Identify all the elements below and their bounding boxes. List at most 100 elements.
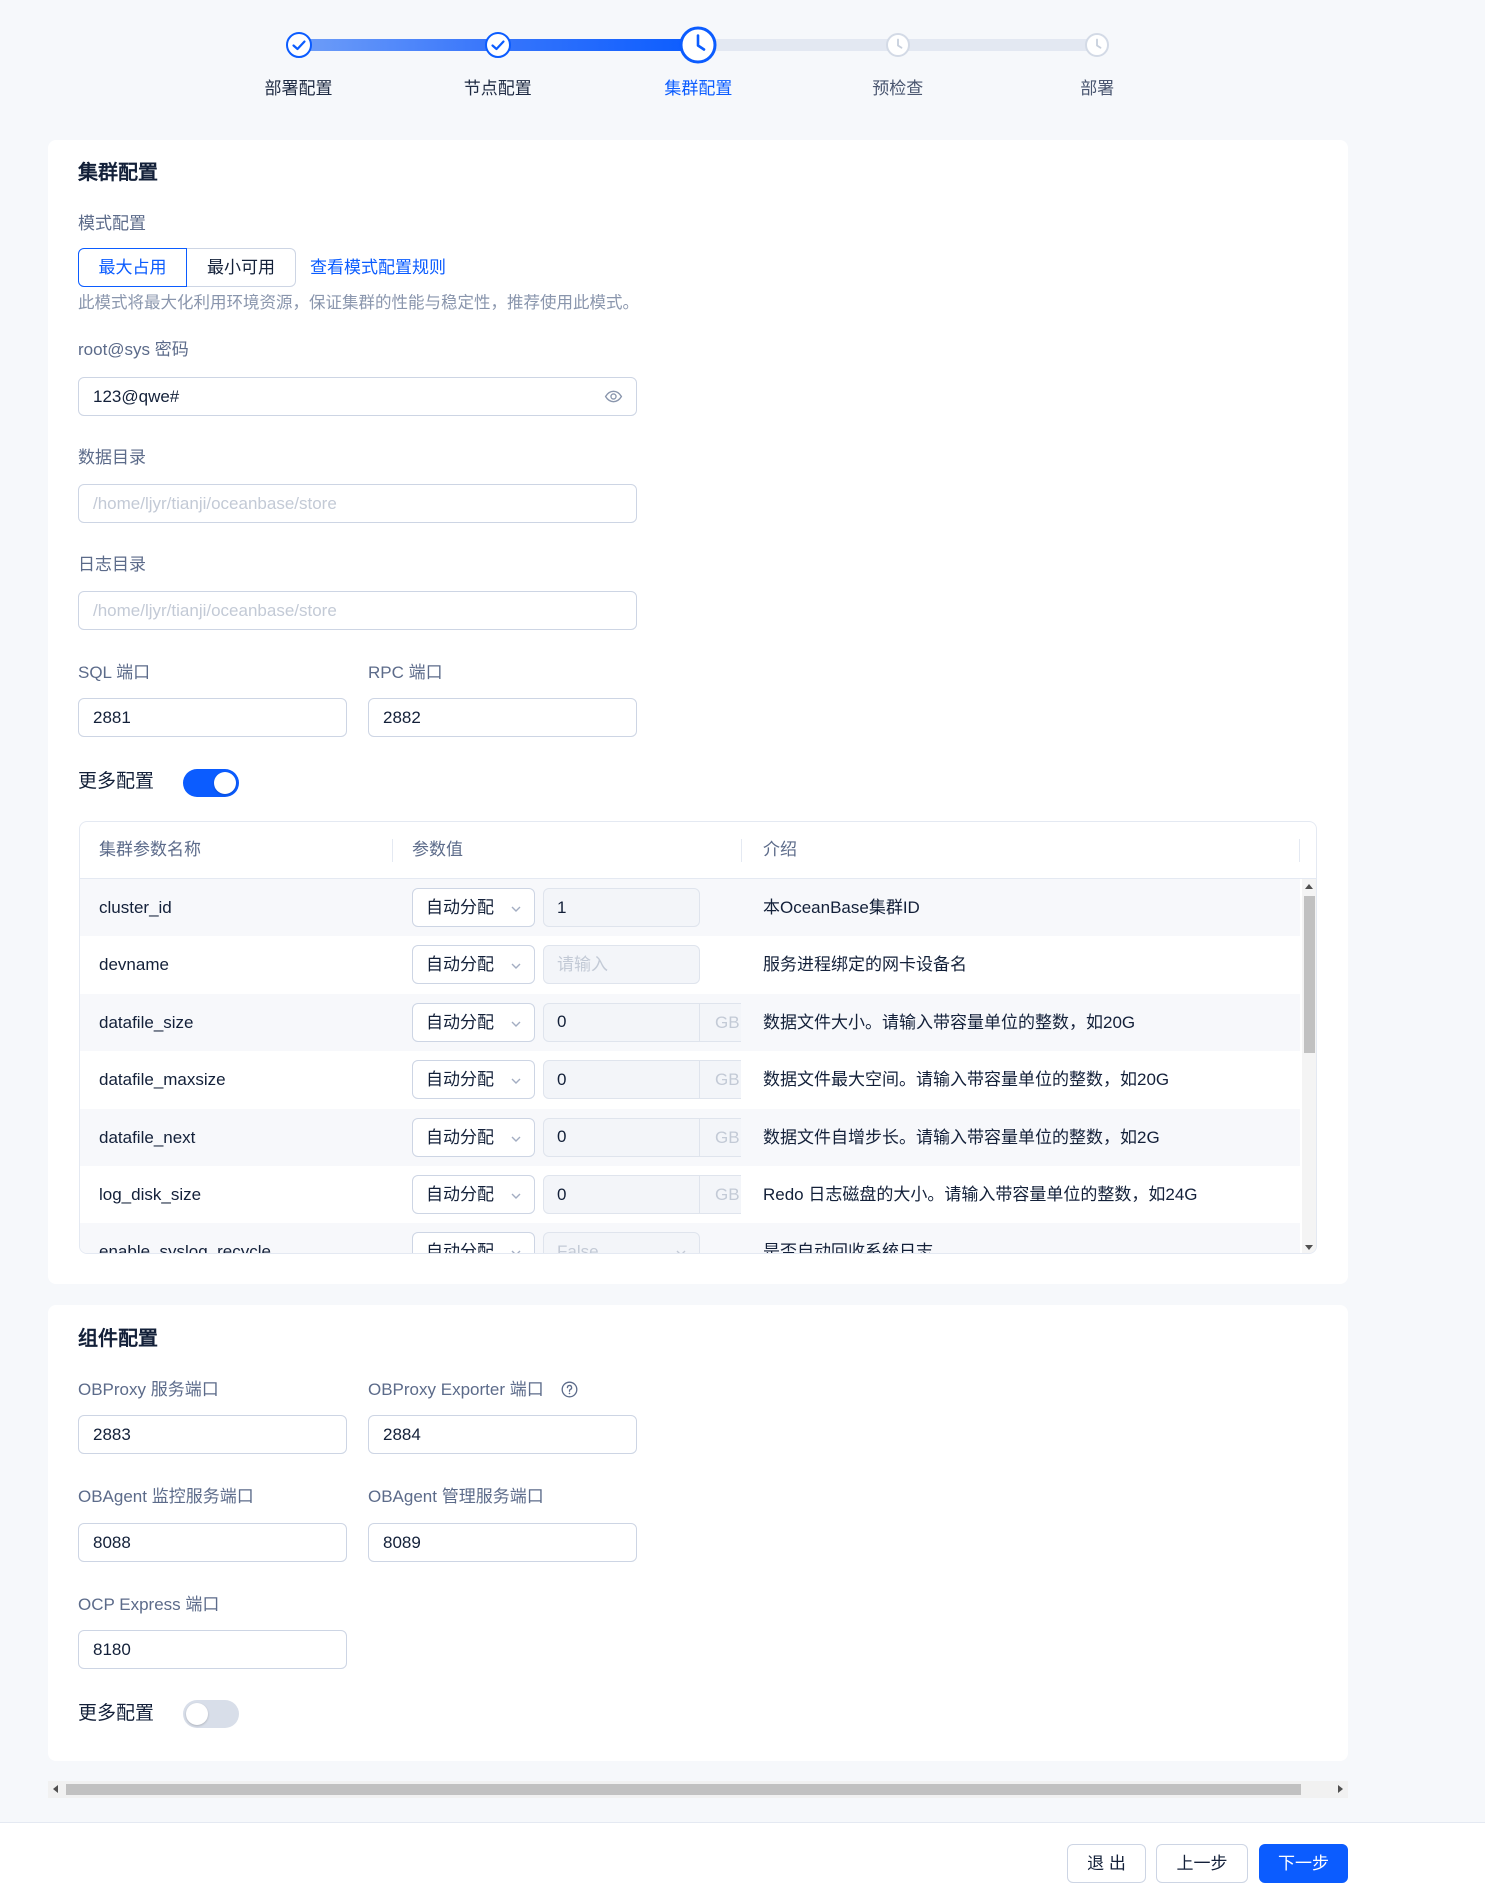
ocp-express-port-label: OCP Express 端口 bbox=[78, 1595, 220, 1614]
scrollbar-thumb[interactable] bbox=[1304, 896, 1315, 1053]
chevron-down-icon bbox=[510, 959, 522, 971]
unit-label: GB bbox=[715, 1012, 740, 1032]
scroll-left-arrow-icon[interactable] bbox=[53, 1785, 58, 1793]
footer-bar: 退 出 上一步 下一步 bbox=[0, 1822, 1485, 1894]
table-row: datafile_next 自动分配 GB 数据文件自增步长。请输入带容量单位的… bbox=[80, 1108, 1300, 1166]
allocation-mode-select[interactable]: 自动分配 bbox=[412, 1175, 535, 1214]
mode-description: 此模式将最大化利用环境资源，保证集群的性能与稳定性，推荐使用此模式。 bbox=[78, 294, 639, 312]
select-value: 自动分配 bbox=[426, 898, 494, 917]
allocation-mode-select[interactable]: 自动分配 bbox=[412, 888, 535, 927]
page-horizontal-scrollbar[interactable] bbox=[48, 1781, 1348, 1798]
unit-label: GB bbox=[715, 1070, 740, 1090]
obproxy-port-input[interactable] bbox=[78, 1415, 347, 1454]
allocation-mode-select[interactable]: 自动分配 bbox=[412, 945, 535, 985]
scrollbar-thumb[interactable] bbox=[66, 1784, 1301, 1795]
check-icon bbox=[285, 31, 313, 59]
next-step-button[interactable]: 下一步 bbox=[1259, 1844, 1348, 1883]
table-vertical-scrollbar[interactable] bbox=[1302, 879, 1316, 1253]
clock-icon bbox=[1083, 31, 1111, 59]
table-row: devname 自动分配 服务进程绑定的网卡设备名 bbox=[80, 936, 1300, 994]
log-dir-input[interactable] bbox=[78, 591, 637, 630]
question-circle-icon[interactable] bbox=[561, 1381, 578, 1398]
select-value: 自动分配 bbox=[426, 1127, 494, 1147]
column-divider bbox=[392, 839, 393, 862]
allocation-mode-select[interactable]: 自动分配 bbox=[412, 1060, 535, 1100]
param-name: devname bbox=[99, 955, 169, 975]
chevron-down-icon bbox=[510, 1074, 522, 1086]
param-value-input[interactable] bbox=[543, 1060, 700, 1100]
chevron-down-icon bbox=[675, 1246, 687, 1253]
mode-rules-link[interactable]: 查看模式配置规则 bbox=[310, 256, 446, 280]
previous-step-button[interactable]: 上一步 bbox=[1156, 1844, 1248, 1883]
mode-option-max[interactable]: 最大占用 bbox=[78, 248, 187, 287]
param-value-cell: GB bbox=[543, 1002, 741, 1042]
unit-addon: GB bbox=[700, 1060, 741, 1100]
unit-label: GB bbox=[715, 1185, 740, 1204]
param-description: 数据文件自增步长。请输入带容量单位的整数，如2G bbox=[763, 1127, 1160, 1147]
ocp-express-port-input[interactable] bbox=[78, 1630, 347, 1669]
more-config-toggle[interactable] bbox=[183, 769, 239, 797]
param-description: Redo 日志磁盘的大小。请输入带容量单位的整数，如24G bbox=[763, 1185, 1198, 1204]
boolean-value-select[interactable]: False bbox=[543, 1232, 700, 1254]
mode-option-min[interactable]: 最小可用 bbox=[187, 248, 296, 287]
exit-button[interactable]: 退 出 bbox=[1067, 1844, 1146, 1883]
table-row: enable_syslog_recycle 自动分配 False 是否自动回收系… bbox=[80, 1223, 1300, 1254]
card-title: 组件配置 bbox=[78, 1328, 158, 1350]
select-value: 自动分配 bbox=[426, 1242, 494, 1254]
column-header-name: 集群参数名称 bbox=[99, 840, 201, 859]
param-value-input[interactable] bbox=[543, 888, 700, 927]
scroll-right-arrow-icon[interactable] bbox=[1338, 1785, 1343, 1793]
obagent-manage-port-label: OBAgent 管理服务端口 bbox=[368, 1487, 544, 1506]
allocation-mode-select[interactable]: 自动分配 bbox=[412, 1002, 535, 1042]
param-name: datafile_next bbox=[99, 1127, 196, 1147]
param-value-cell: False bbox=[543, 1232, 741, 1254]
allocation-mode-select[interactable]: 自动分配 bbox=[412, 1232, 535, 1254]
data-dir-input[interactable] bbox=[78, 484, 637, 523]
column-header-intro: 介绍 bbox=[763, 840, 797, 859]
param-value-cell bbox=[543, 945, 741, 985]
cluster-config-card: 集群配置 模式配置 最大占用 最小可用 查看模式配置规则 此模式将最大化利用环境… bbox=[48, 140, 1348, 1284]
param-description: 数据文件最大空间。请输入带容量单位的整数，如20G bbox=[763, 1070, 1170, 1090]
obproxy-exporter-port-input[interactable] bbox=[368, 1415, 637, 1454]
cluster-params-table: 集群参数名称 参数值 介绍 cluster_id 自动分配 本OceanBase… bbox=[79, 821, 1317, 1254]
eye-icon[interactable] bbox=[604, 387, 623, 406]
chevron-down-icon bbox=[510, 1246, 522, 1253]
param-value-cell bbox=[543, 888, 741, 927]
param-value-input[interactable] bbox=[543, 1175, 700, 1214]
more-config-label: 更多配置 bbox=[78, 1703, 155, 1724]
select-value: 自动分配 bbox=[426, 1070, 494, 1090]
param-name: enable_syslog_recycle bbox=[99, 1242, 271, 1254]
allocation-mode-select[interactable]: 自动分配 bbox=[412, 1117, 535, 1157]
unit-addon: GB bbox=[700, 1175, 741, 1214]
param-value-input[interactable] bbox=[543, 1117, 700, 1157]
select-value: False bbox=[557, 1242, 599, 1254]
param-value-cell: GB bbox=[543, 1060, 741, 1100]
chevron-down-icon bbox=[510, 1189, 522, 1201]
log-dir-label: 日志目录 bbox=[78, 555, 146, 574]
param-value-input[interactable] bbox=[543, 945, 700, 985]
sql-port-input[interactable] bbox=[78, 698, 347, 737]
obagent-manage-port-input[interactable] bbox=[368, 1523, 637, 1562]
param-name: log_disk_size bbox=[99, 1185, 202, 1204]
scroll-down-arrow-icon[interactable] bbox=[1305, 1245, 1313, 1250]
obagent-monitor-port-input[interactable] bbox=[78, 1523, 347, 1562]
more-config-label: 更多配置 bbox=[78, 771, 155, 792]
rpc-port-label: RPC 端口 bbox=[368, 663, 443, 682]
param-description: 数据文件大小。请输入带容量单位的整数，如20G bbox=[763, 1012, 1136, 1032]
chevron-down-icon bbox=[510, 1132, 522, 1144]
step-label-precheck: 预检查 bbox=[872, 79, 924, 98]
chevron-down-icon bbox=[510, 1017, 522, 1029]
param-description: 服务进程绑定的网卡设备名 bbox=[763, 955, 967, 975]
more-config-toggle[interactable] bbox=[183, 1700, 239, 1728]
data-dir-label: 数据目录 bbox=[78, 448, 146, 467]
table-body: cluster_id 自动分配 本OceanBase集群ID devname 自… bbox=[80, 879, 1316, 1254]
param-value-input[interactable] bbox=[543, 1002, 700, 1042]
param-name: datafile_size bbox=[99, 1012, 194, 1032]
unit-addon: GB bbox=[700, 1117, 741, 1157]
password-input[interactable] bbox=[78, 377, 637, 416]
scroll-up-arrow-icon[interactable] bbox=[1305, 884, 1313, 889]
table-row: datafile_size 自动分配 GB 数据文件大小。请输入带容量单位的整数… bbox=[80, 993, 1300, 1052]
table-header: 集群参数名称 参数值 介绍 bbox=[80, 822, 1316, 879]
rpc-port-input[interactable] bbox=[368, 698, 637, 737]
step-label-deploy-config: 部署配置 bbox=[264, 79, 333, 98]
